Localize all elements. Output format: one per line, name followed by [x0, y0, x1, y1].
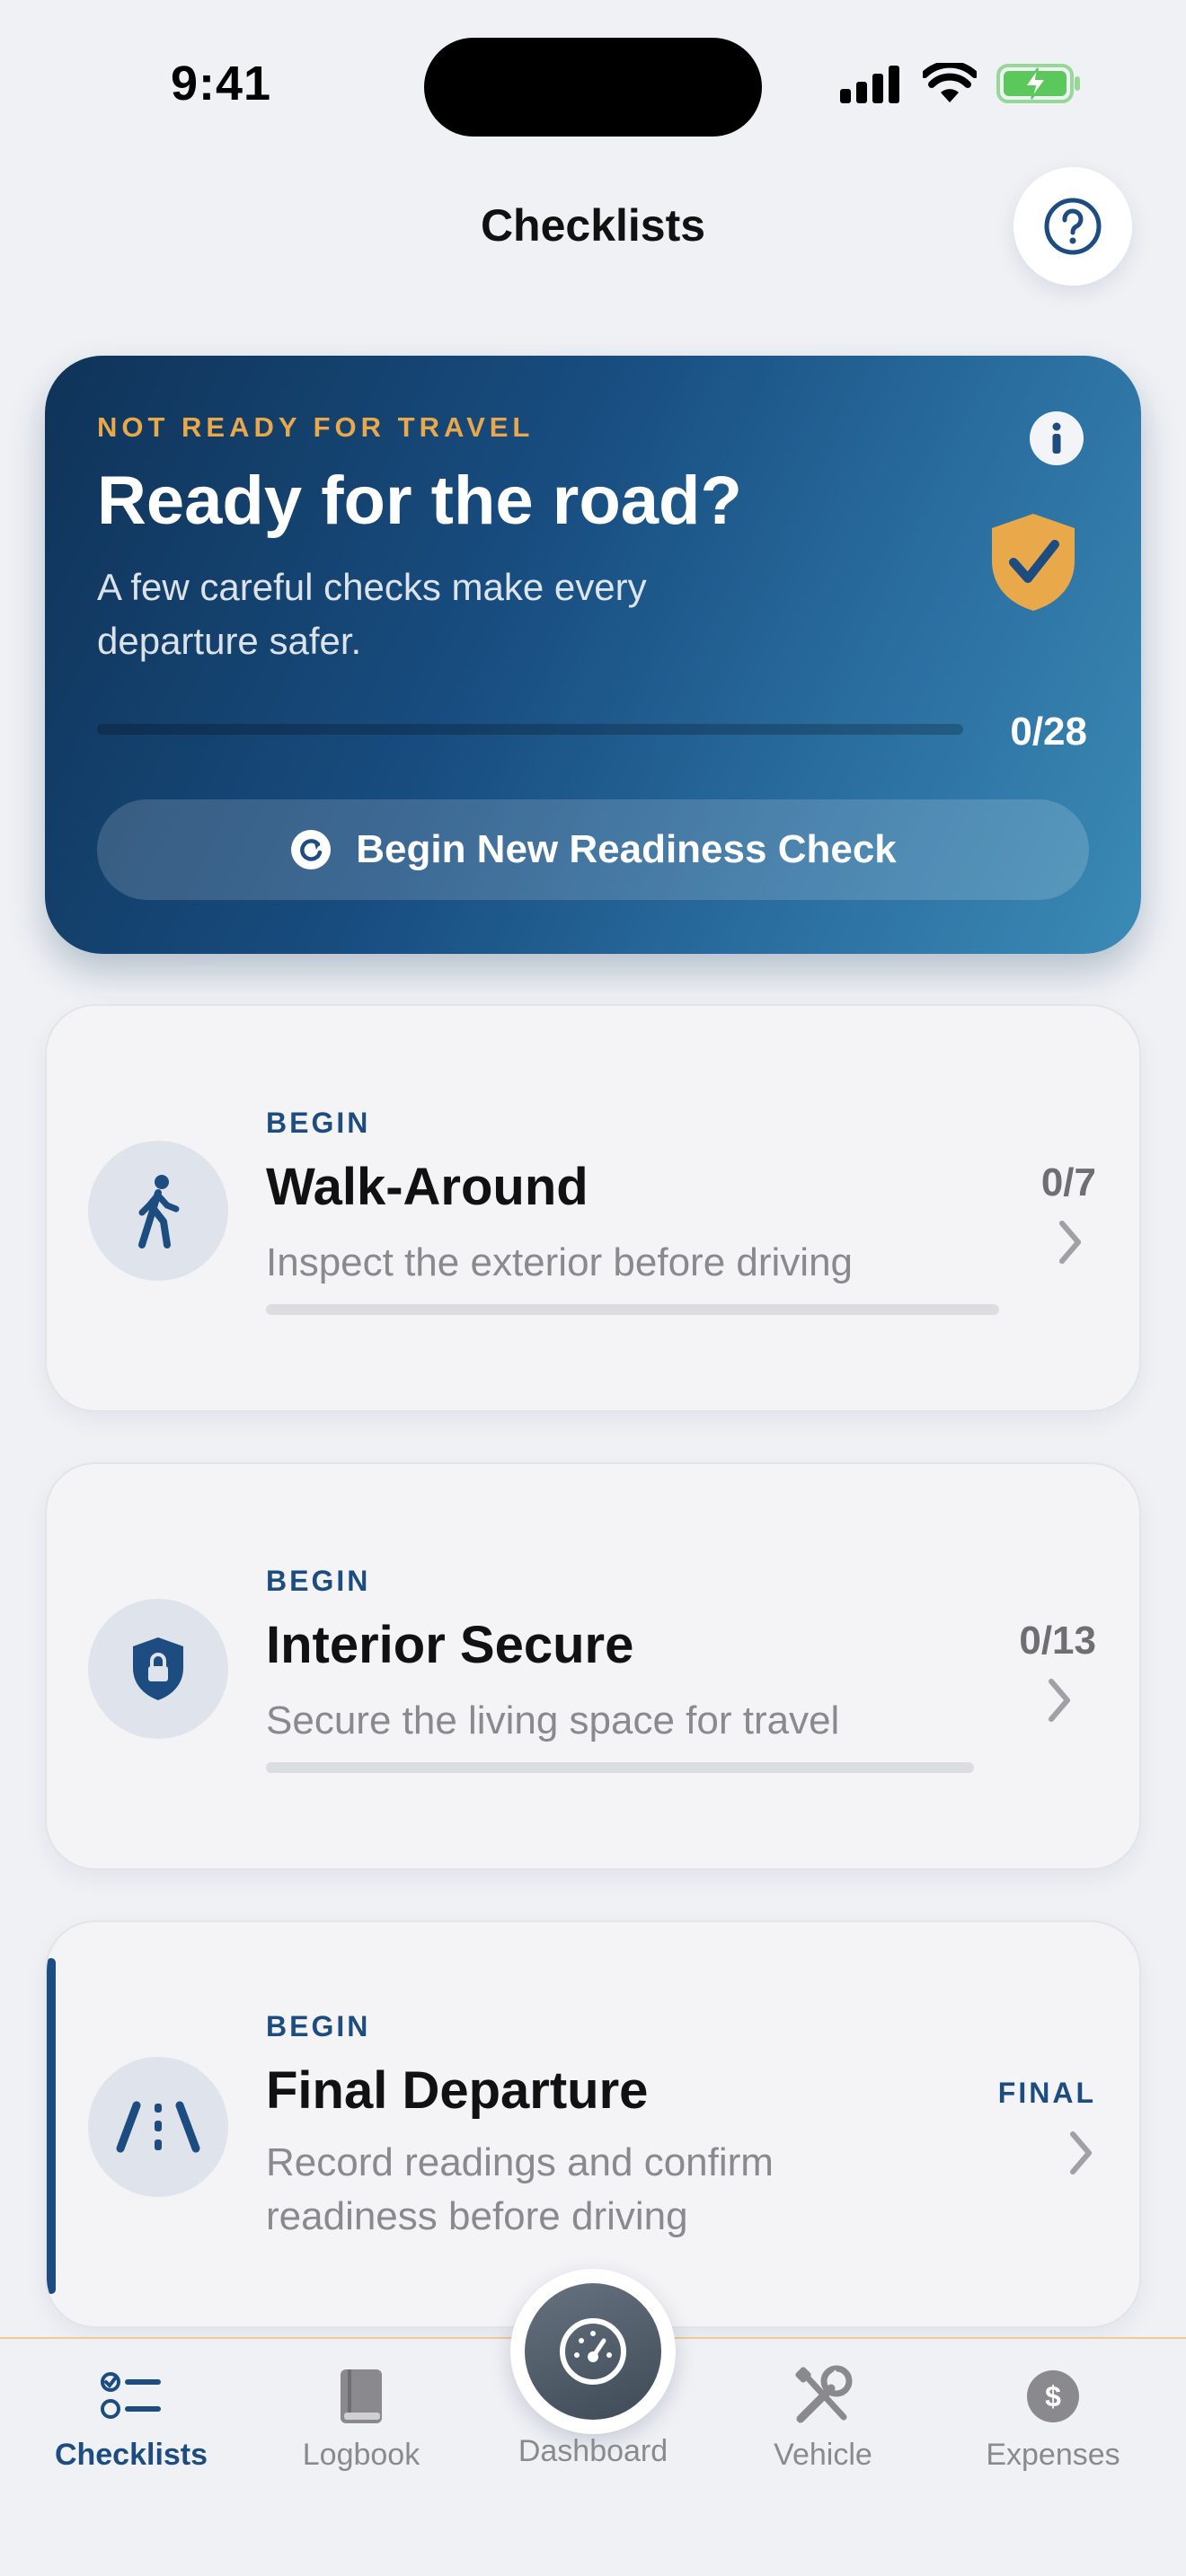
status-time: 9:41 [171, 57, 272, 110]
hero-subtitle: A few careful checks make every departur… [97, 566, 647, 662]
tab-checklists[interactable]: Checklists [32, 2360, 230, 2473]
book-icon [341, 2369, 382, 2423]
card-kicker: BEGIN [266, 2010, 371, 2042]
chevron-right-icon [1059, 1221, 1081, 1264]
begin-readiness-check-button[interactable]: Begin New Readiness Check [97, 799, 1089, 900]
tab-expenses[interactable]: $ Expenses [954, 2360, 1152, 2473]
card-kicker: BEGIN [266, 1565, 371, 1597]
tab-dashboard-label: Dashboard [518, 2434, 668, 2468]
card-progress-count: 0/7 [1040, 1160, 1096, 1204]
tab-label: Checklists [54, 2438, 208, 2472]
refresh-icon [291, 830, 332, 869]
hero-title: Ready for the road? [97, 463, 742, 539]
status-icons [840, 63, 1083, 104]
card-title: Interior Secure [266, 1616, 634, 1674]
begin-readiness-check-label: Begin New Readiness Check [356, 827, 897, 871]
cellular-signal-icon [840, 66, 899, 103]
tools-icon [795, 2365, 853, 2423]
tab-vehicle[interactable]: Vehicle [724, 2360, 922, 2473]
card-title: Walk-Around [266, 1158, 589, 1216]
card-subtitle: Inspect the exterior before driving [266, 1240, 854, 1284]
final-badge: FINAL [997, 2077, 1096, 2109]
question-circle-icon [1044, 198, 1102, 255]
dynamic-island [424, 38, 762, 137]
tab-label: Logbook [302, 2438, 420, 2472]
checklist-card-final-departure[interactable]: BEGIN Final Departure Record readings an… [45, 1920, 1141, 2328]
tab-label: Vehicle [774, 2438, 872, 2472]
road-icon [116, 2101, 200, 2153]
card-progress-count: 0/13 [1019, 1619, 1096, 1663]
chevron-right-icon [1049, 1679, 1070, 1722]
page-title: Checklists [480, 200, 706, 251]
card-subtitle: Record readings and confirm readiness be… [266, 2140, 774, 2238]
card-progress-bar [266, 1304, 999, 1315]
card-title: Final Departure [266, 2061, 649, 2120]
readiness-progress-count: 0/28 [1010, 710, 1087, 754]
card-subtitle: Secure the living space for travel [266, 1698, 840, 1742]
card-icon-circle [88, 1599, 228, 1739]
gauge-icon [560, 2318, 626, 2385]
checklist-icon [101, 2372, 161, 2419]
tab-logbook[interactable]: Logbook [262, 2360, 460, 2473]
tab-label: Expenses [986, 2438, 1120, 2472]
checklist-card-walk-around[interactable]: BEGIN Walk-Around Inspect the exterior b… [45, 1004, 1141, 1412]
card-progress-bar [266, 1762, 974, 1773]
help-button[interactable] [1013, 167, 1132, 286]
walking-person-icon [138, 1175, 180, 1248]
card-icon-circle [88, 1141, 228, 1281]
chevron-right-icon [1070, 2131, 1092, 2175]
readiness-progress-bar [97, 724, 963, 735]
svg-text:$: $ [1045, 2380, 1061, 2413]
readiness-status-label: NOT READY FOR TRAVEL [97, 411, 535, 443]
info-icon[interactable] [1028, 410, 1085, 472]
wifi-icon [923, 63, 977, 102]
shield-check-icon [987, 510, 1080, 619]
readiness-hero-card: NOT READY FOR TRAVEL Ready for the road?… [45, 356, 1141, 954]
tab-dashboard[interactable] [510, 2269, 676, 2434]
checklist-card-interior-secure[interactable]: BEGIN Interior Secure Secure the living … [45, 1462, 1141, 1870]
card-icon-circle [88, 2057, 228, 2197]
final-accent-bar [47, 1958, 56, 2294]
card-kicker: BEGIN [266, 1107, 371, 1139]
dashboard-button-inner [525, 2283, 661, 2420]
screen: 9:41 Checklists NOT READY FOR TRAVEL Rea… [0, 0, 1186, 2576]
dollar-icon: $ [1027, 2370, 1079, 2422]
lock-shield-icon [133, 1637, 183, 1700]
battery-charging-icon [996, 64, 1080, 103]
